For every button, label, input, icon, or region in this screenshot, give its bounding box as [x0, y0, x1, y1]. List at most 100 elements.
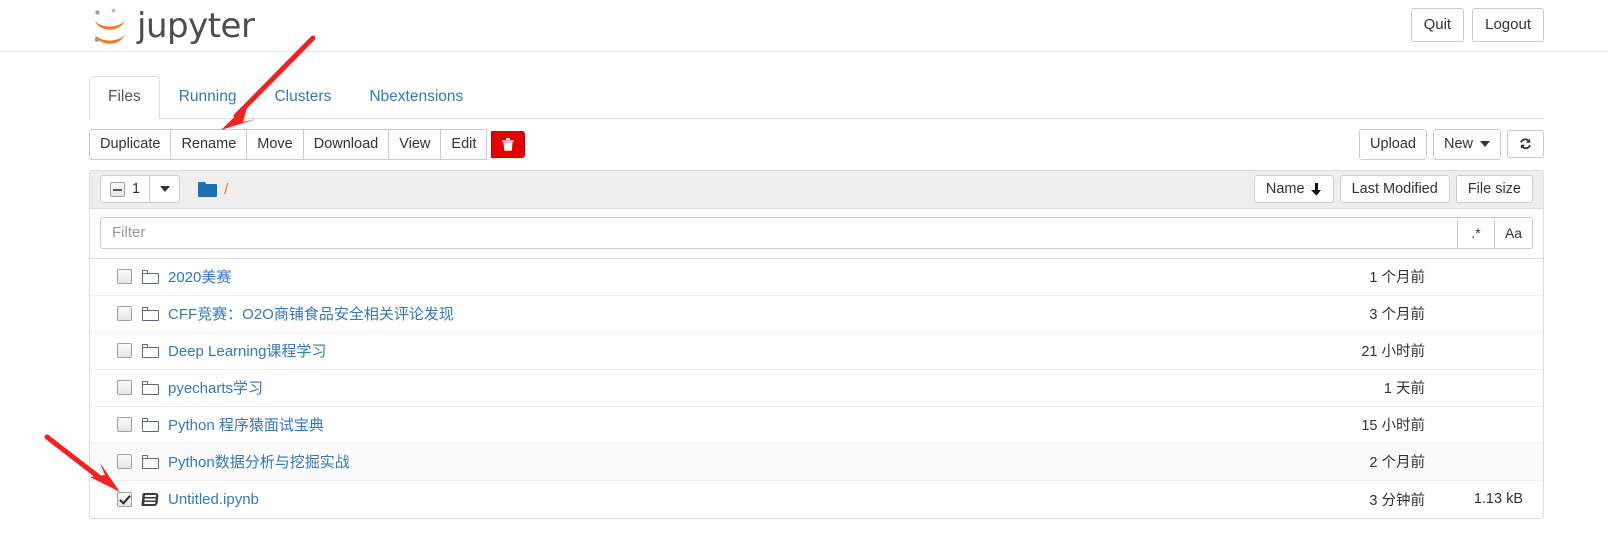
file-list-panel: 1 / Name Last Modified File size Filter … — [89, 169, 1544, 519]
duplicate-button[interactable]: Duplicate — [89, 128, 172, 160]
row-checkbox[interactable] — [117, 417, 132, 433]
item-modified: 3 分钟前 — [1369, 492, 1425, 509]
download-button[interactable]: Download — [302, 128, 390, 160]
jupyter-brand[interactable]: jupyter — [89, 4, 255, 48]
item-modified: 15 小时前 — [1361, 418, 1425, 435]
file-action-toolbar: Duplicate Rename Move Download View Edit… — [89, 128, 1544, 160]
row-type-icon-cell — [142, 269, 168, 284]
filter-regex-toggle[interactable]: .* — [1457, 216, 1495, 249]
rename-button[interactable]: Rename — [170, 128, 248, 160]
row-type-icon-cell — [142, 306, 168, 321]
notebook-icon — [142, 492, 160, 507]
table-row[interactable]: Deep Learning课程学习 21 小时前 — [90, 333, 1543, 370]
header-actions: Quit Logout — [1410, 8, 1544, 42]
select-all-checkbox[interactable] — [110, 181, 125, 197]
table-row[interactable]: CFF竞赛：O2O商铺食品安全相关评论发现 3 个月前 — [90, 296, 1543, 333]
chevron-down-icon — [159, 186, 170, 193]
page-header: jupyter Quit Logout — [0, 0, 1608, 52]
jupyter-wordmark: jupyter — [137, 6, 255, 46]
chevron-down-icon — [1480, 141, 1490, 148]
tab-nbextensions[interactable]: Nbextensions — [350, 76, 482, 119]
item-name-link[interactable]: Python数据分析与挖掘实战 — [168, 451, 1245, 472]
row-type-icon-cell — [142, 454, 168, 469]
folder-icon — [142, 417, 159, 432]
selected-count: 1 — [132, 181, 141, 198]
row-checkbox[interactable] — [117, 343, 132, 359]
trash-icon — [501, 137, 515, 152]
breadcrumb[interactable]: / — [198, 181, 228, 198]
sort-by-last-modified-button[interactable]: Last Modified — [1339, 175, 1450, 204]
row-checkbox[interactable] — [117, 454, 132, 470]
table-row[interactable]: Python数据分析与挖掘实战 2 个月前 — [90, 443, 1543, 481]
file-list-toolbar: 1 / Name Last Modified File size — [90, 170, 1543, 209]
refresh-button[interactable] — [1507, 130, 1544, 159]
row-type-icon-cell — [142, 417, 168, 432]
folder-icon — [142, 269, 159, 284]
sort-controls: Name Last Modified File size — [1253, 175, 1533, 204]
edit-button[interactable]: Edit — [440, 128, 488, 160]
filter-input[interactable] — [100, 216, 1457, 249]
row-type-icon-cell — [142, 343, 168, 358]
row-checkbox-cell — [100, 343, 142, 359]
upload-button[interactable]: Upload — [1359, 128, 1427, 160]
tab-running[interactable]: Running — [160, 76, 256, 119]
item-modified: 2 个月前 — [1369, 455, 1425, 472]
folder-icon — [142, 306, 159, 321]
row-type-icon-cell — [142, 492, 168, 507]
item-size: 1.13 kB — [1473, 491, 1523, 508]
item-name-link[interactable]: Python 程序猿面试宝典 — [168, 414, 1245, 435]
item-name-link[interactable]: Deep Learning课程学习 — [168, 340, 1245, 361]
sort-name-label: Name — [1265, 181, 1305, 198]
item-name-link[interactable]: CFF竞赛：O2O商铺食品安全相关评论发现 — [168, 303, 1245, 324]
table-row[interactable]: pyecharts学习 1 天前 — [90, 370, 1543, 407]
item-name-link[interactable]: pyecharts学习 — [168, 377, 1245, 398]
sort-by-file-size-button[interactable]: File size — [1455, 175, 1533, 204]
row-checkbox[interactable] — [117, 269, 132, 285]
move-button[interactable]: Move — [246, 128, 304, 160]
tab-clusters[interactable]: Clusters — [255, 76, 350, 119]
new-dropdown-button[interactable]: New — [1432, 128, 1501, 160]
select-all-box[interactable]: 1 — [100, 175, 151, 204]
arrow-down-icon — [1310, 182, 1322, 196]
row-checkbox-cell — [100, 269, 142, 285]
folder-icon — [142, 343, 159, 358]
file-create-group: Upload New — [1359, 128, 1544, 160]
tab-files[interactable]: Files — [89, 76, 160, 119]
delete-button[interactable] — [491, 130, 526, 158]
table-row[interactable]: 2020美赛 1 个月前 — [90, 259, 1543, 296]
quit-button[interactable]: Quit — [1410, 8, 1465, 42]
row-checkbox-cell — [100, 306, 142, 322]
view-button[interactable]: View — [388, 128, 442, 160]
item-modified: 1 个月前 — [1369, 270, 1425, 287]
main-tabs-container: Files Running Clusters Nbextensions — [89, 76, 1544, 119]
logout-button[interactable]: Logout — [1472, 8, 1544, 42]
row-checkbox[interactable] — [117, 306, 132, 322]
row-type-icon-cell — [142, 380, 168, 395]
item-name-link[interactable]: Untitled.ipynb — [168, 491, 1245, 508]
row-checkbox-cell — [100, 417, 142, 433]
selection-dropdown-button[interactable] — [150, 175, 181, 204]
row-checkbox-cell — [100, 491, 142, 507]
folder-icon — [142, 454, 159, 469]
item-modified: 21 小时前 — [1361, 344, 1425, 361]
folder-icon — [142, 380, 159, 395]
row-checkbox[interactable] — [117, 380, 132, 396]
sort-by-name-button[interactable]: Name — [1253, 175, 1334, 204]
selection-and-breadcrumb: 1 / — [100, 175, 228, 204]
folder-icon — [198, 181, 218, 197]
table-row[interactable]: Untitled.ipynb 3 分钟前 1.13 kB — [90, 481, 1543, 518]
item-name-link[interactable]: 2020美赛 — [168, 266, 1245, 287]
row-checkbox-cell — [100, 454, 142, 470]
refresh-icon — [1517, 136, 1534, 152]
main-tabs: Files Running Clusters Nbextensions — [89, 76, 1544, 119]
file-actions-group: Duplicate Rename Move Download View Edit — [89, 128, 526, 160]
row-checkbox-cell — [100, 380, 142, 396]
item-modified: 1 天前 — [1383, 381, 1425, 398]
filter-case-toggle[interactable]: Aa — [1495, 216, 1533, 249]
row-checkbox[interactable] — [117, 491, 132, 507]
jupyter-logo-icon — [89, 6, 131, 46]
table-row[interactable]: Python 程序猿面试宝典 15 小时前 — [90, 407, 1543, 444]
filter-row: .* Aa — [90, 208, 1543, 259]
breadcrumb-path: / — [224, 180, 229, 198]
new-dropdown-label: New — [1443, 135, 1473, 152]
